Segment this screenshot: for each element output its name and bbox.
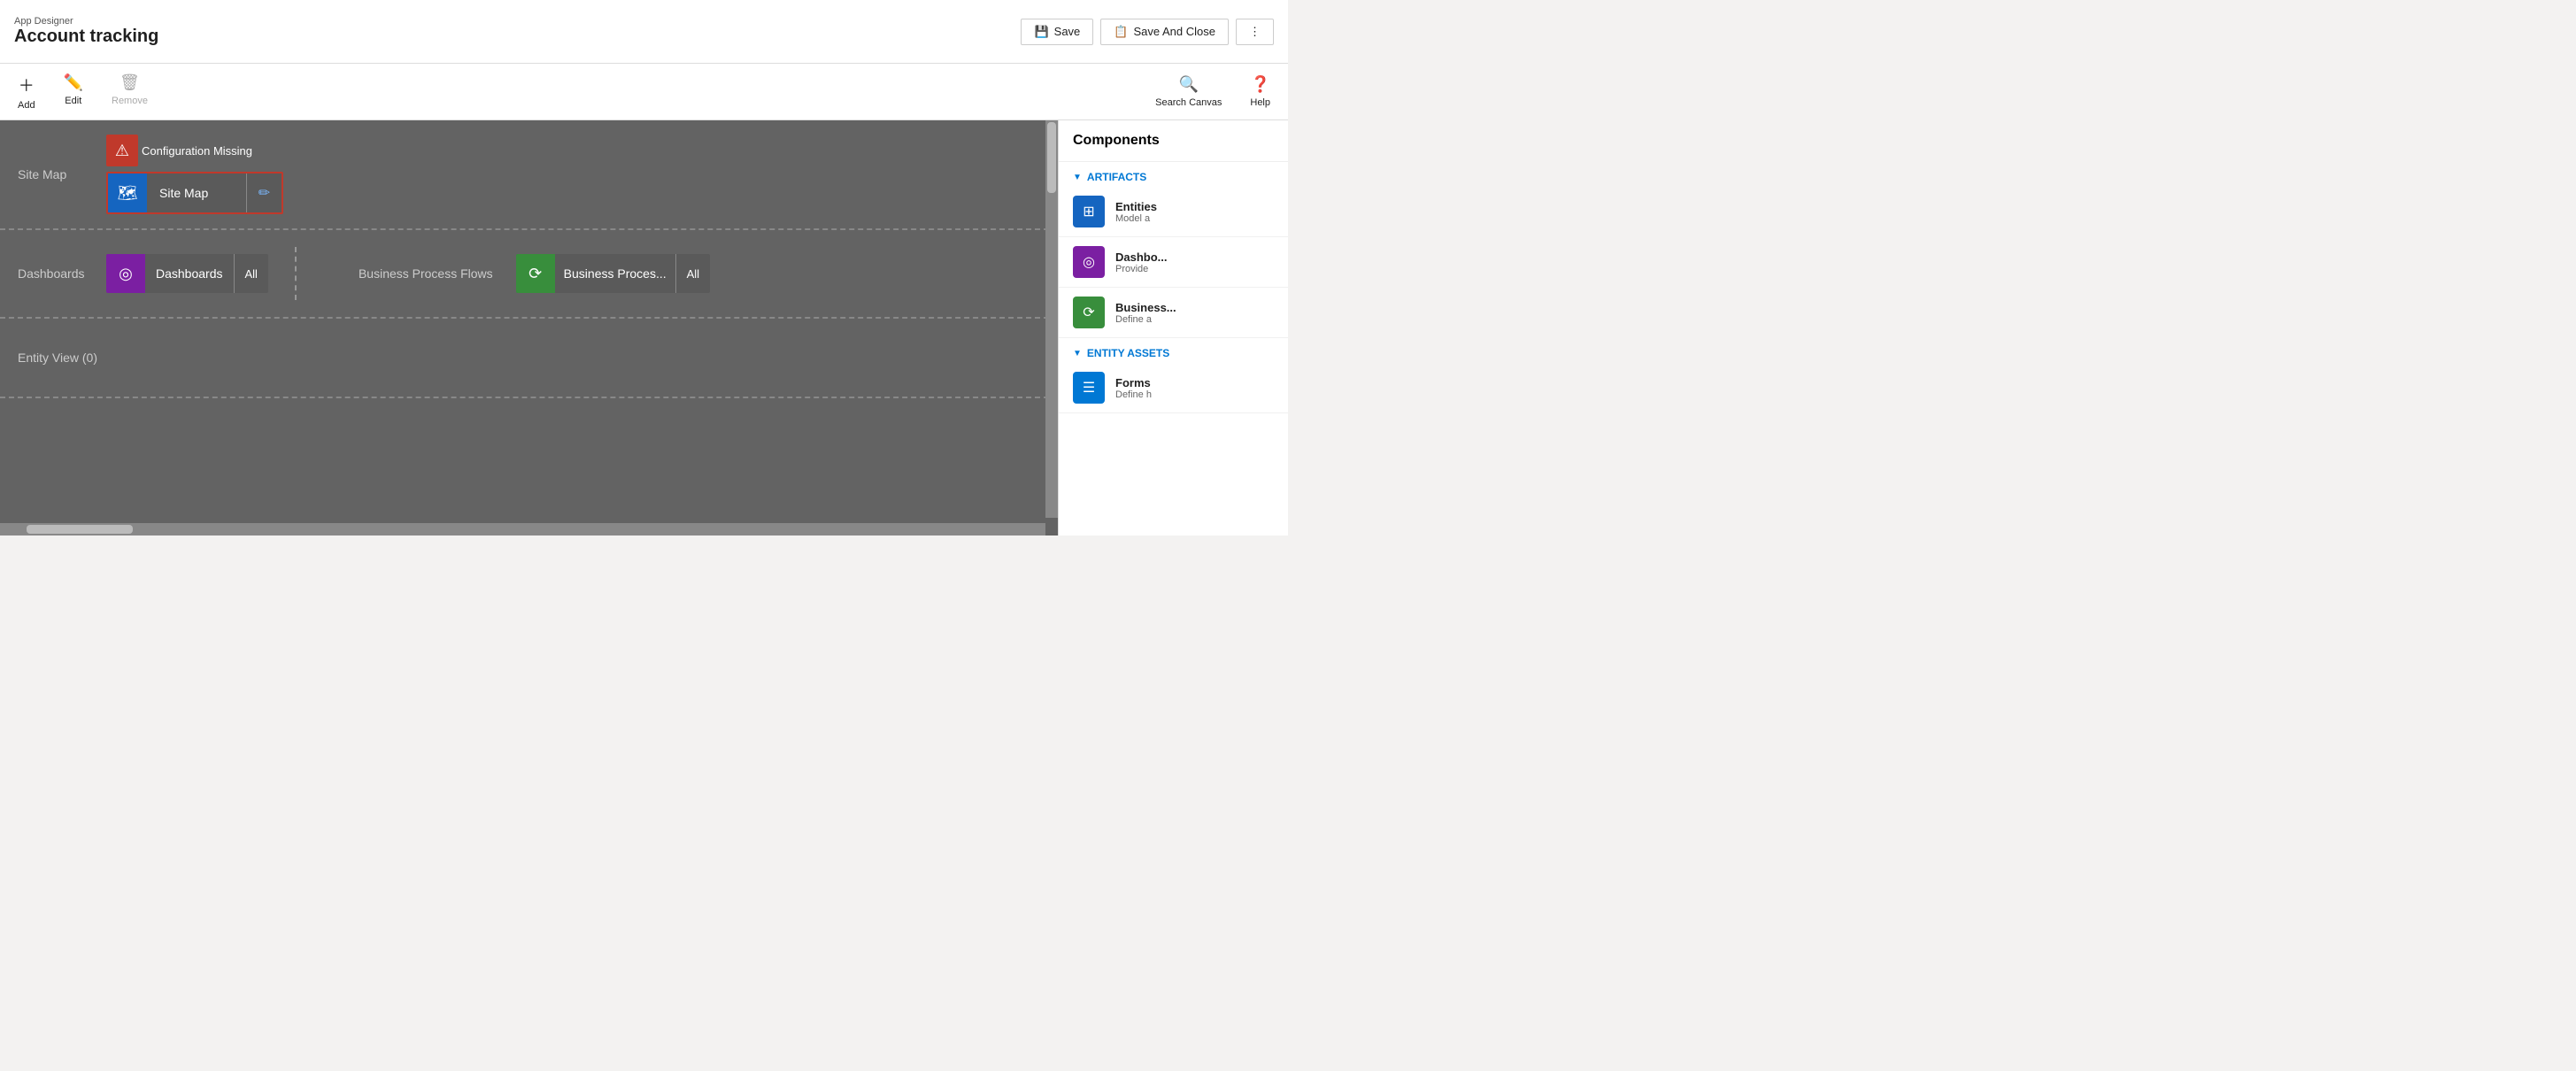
dashboards-component-name: Dashbo...: [1115, 250, 1274, 264]
canvas-content: Site Map ⚠ Configuration Missing 🗺: [0, 120, 1058, 523]
forms-component-icon: ☰: [1073, 372, 1105, 404]
header: App Designer Account tracking 💾 Save 📋 S…: [0, 0, 1288, 64]
more-icon: ⋮: [1249, 25, 1261, 39]
canvas-scroll-y[interactable]: [1045, 120, 1058, 518]
artifacts-section-label: ARTIFACTS: [1087, 171, 1146, 183]
add-icon: ＋: [19, 73, 35, 96]
bpf-all-label: All: [675, 254, 710, 293]
dashboards-component-item[interactable]: ◎ Dashbo... Provide: [1059, 237, 1288, 288]
toolbar-right: 🔍 Search Canvas ❓ Help: [1152, 68, 1274, 115]
toolbar-left: ＋ Add ✏️ Edit 🗑 Remove: [14, 66, 151, 118]
save-close-icon: 📋: [1114, 25, 1128, 39]
bpf-icon: ⟳: [528, 265, 542, 283]
entities-info: Entities Model a: [1115, 200, 1274, 224]
bpf-component-name: Business...: [1115, 301, 1274, 314]
help-label: Help: [1250, 97, 1270, 108]
bpf-component-info: Business... Define a: [1115, 301, 1274, 325]
remove-toolbar-item[interactable]: 🗑 Remove: [108, 66, 151, 118]
dashboards-component-desc: Provide: [1115, 264, 1274, 274]
bpf-row-label: Business Process Flows: [359, 266, 493, 281]
dashboards-all-label: All: [234, 254, 268, 293]
site-map-card-name: Site Map: [147, 186, 246, 200]
bpf-card[interactable]: ⟳ Business Proces... All: [516, 254, 710, 293]
entity-assets-section-header[interactable]: ▼ ENTITY ASSETS: [1059, 338, 1288, 363]
entity-assets-section-label: ENTITY ASSETS: [1087, 347, 1169, 359]
entity-view-label: Entity View (0): [18, 351, 97, 365]
dashboards-row: Dashboards ◎ Dashboards All Business Pro…: [0, 230, 1058, 319]
header-left: App Designer Account tracking: [14, 16, 158, 47]
save-and-close-button[interactable]: 📋 Save And Close: [1100, 19, 1229, 45]
site-map-edit-button[interactable]: ✏: [246, 173, 282, 212]
bpf-component-icon: ⟳: [1073, 297, 1105, 328]
dashboards-component-info: Dashbo... Provide: [1115, 250, 1274, 274]
dashboards-row-label: Dashboards: [18, 266, 106, 281]
dashboards-card-icon: ◎: [106, 254, 145, 293]
config-missing-text: Configuration Missing: [142, 144, 252, 158]
artifacts-chevron-icon: ▼: [1073, 173, 1082, 182]
vertical-divider: [295, 247, 297, 300]
search-canvas-toolbar-item[interactable]: 🔍 Search Canvas: [1152, 68, 1225, 115]
config-missing-row: ⚠ Configuration Missing: [106, 135, 283, 166]
site-map-row-label: Site Map: [18, 167, 106, 181]
remove-label: Remove: [112, 96, 148, 106]
entity-assets-chevron-icon: ▼: [1073, 349, 1082, 358]
components-panel-title: Components: [1059, 120, 1288, 162]
edit-toolbar-item[interactable]: ✏️ Edit: [60, 66, 87, 118]
main-layout: Site Map ⚠ Configuration Missing 🗺: [0, 120, 1288, 536]
site-map-card-wrapper: ⚠ Configuration Missing 🗺 Site Map ✏: [106, 135, 283, 214]
dashboards-card-name: Dashboards: [145, 266, 234, 281]
app-title: Account tracking: [14, 27, 158, 47]
search-canvas-label: Search Canvas: [1155, 97, 1222, 108]
bpf-component-item[interactable]: ⟳ Business... Define a: [1059, 288, 1288, 338]
remove-icon: 🗑: [120, 73, 140, 92]
toolbar: ＋ Add ✏️ Edit 🗑 Remove 🔍 Search Canvas ❓…: [0, 64, 1288, 120]
warning-badge: ⚠: [106, 135, 138, 166]
save-label: Save: [1054, 25, 1081, 38]
warning-icon: ⚠: [115, 142, 129, 160]
artifacts-section-header[interactable]: ▼ ARTIFACTS: [1059, 162, 1288, 187]
components-panel: Components ▼ ARTIFACTS ⊞ Entities Model …: [1058, 120, 1288, 536]
map-icon: 🗺: [118, 184, 138, 203]
canvas-scroll-thumb-y: [1047, 122, 1056, 193]
dashboards-card[interactable]: ◎ Dashboards All: [106, 254, 268, 293]
entities-icon: ⊞: [1073, 196, 1105, 227]
search-canvas-icon: 🔍: [1179, 75, 1199, 94]
help-icon: ❓: [1250, 75, 1269, 94]
add-label: Add: [18, 100, 35, 111]
bpf-component-desc: Define a: [1115, 314, 1274, 325]
site-map-row: Site Map ⚠ Configuration Missing 🗺: [0, 120, 1058, 230]
dashboards-component-icon: ◎: [1073, 246, 1105, 278]
edit-label: Edit: [65, 96, 81, 106]
forms-component-desc: Define h: [1115, 389, 1274, 400]
bpf-card-icon: ⟳: [516, 254, 555, 293]
canvas: Site Map ⚠ Configuration Missing 🗺: [0, 120, 1058, 536]
help-toolbar-item[interactable]: ❓ Help: [1246, 68, 1274, 115]
dashboards-section: ◎ Dashboards All: [106, 254, 268, 293]
site-map-card-icon: 🗺: [108, 173, 147, 212]
canvas-scroll-thumb-x: [27, 525, 133, 534]
forms-component-info: Forms Define h: [1115, 376, 1274, 400]
entities-desc: Model a: [1115, 213, 1274, 224]
save-icon: 💾: [1034, 25, 1048, 39]
site-map-card[interactable]: 🗺 Site Map ✏: [106, 172, 283, 214]
entities-name: Entities: [1115, 200, 1274, 213]
add-toolbar-item[interactable]: ＋ Add: [14, 66, 39, 118]
dashboard-icon: ◎: [119, 265, 133, 283]
edit-icon: ✏️: [64, 73, 83, 92]
forms-component-name: Forms: [1115, 376, 1274, 389]
forms-component-item[interactable]: ☰ Forms Define h: [1059, 363, 1288, 413]
save-close-label: Save And Close: [1133, 25, 1215, 38]
app-designer-label: App Designer: [14, 16, 158, 27]
header-actions: 💾 Save 📋 Save And Close ⋮: [1021, 19, 1274, 45]
site-map-row-content: ⚠ Configuration Missing 🗺 Site Map ✏: [106, 135, 1040, 214]
dashboards-row-content: ◎ Dashboards All Business Process Flows …: [106, 247, 1040, 300]
entities-component-item[interactable]: ⊞ Entities Model a: [1059, 187, 1288, 237]
more-options-button[interactable]: ⋮: [1236, 19, 1274, 45]
save-button[interactable]: 💾 Save: [1021, 19, 1093, 45]
entity-view-row: Entity View (0): [0, 319, 1058, 398]
pencil-icon: ✏: [258, 184, 270, 202]
canvas-scroll-x[interactable]: [0, 523, 1045, 536]
bpf-card-name: Business Proces...: [555, 266, 675, 281]
